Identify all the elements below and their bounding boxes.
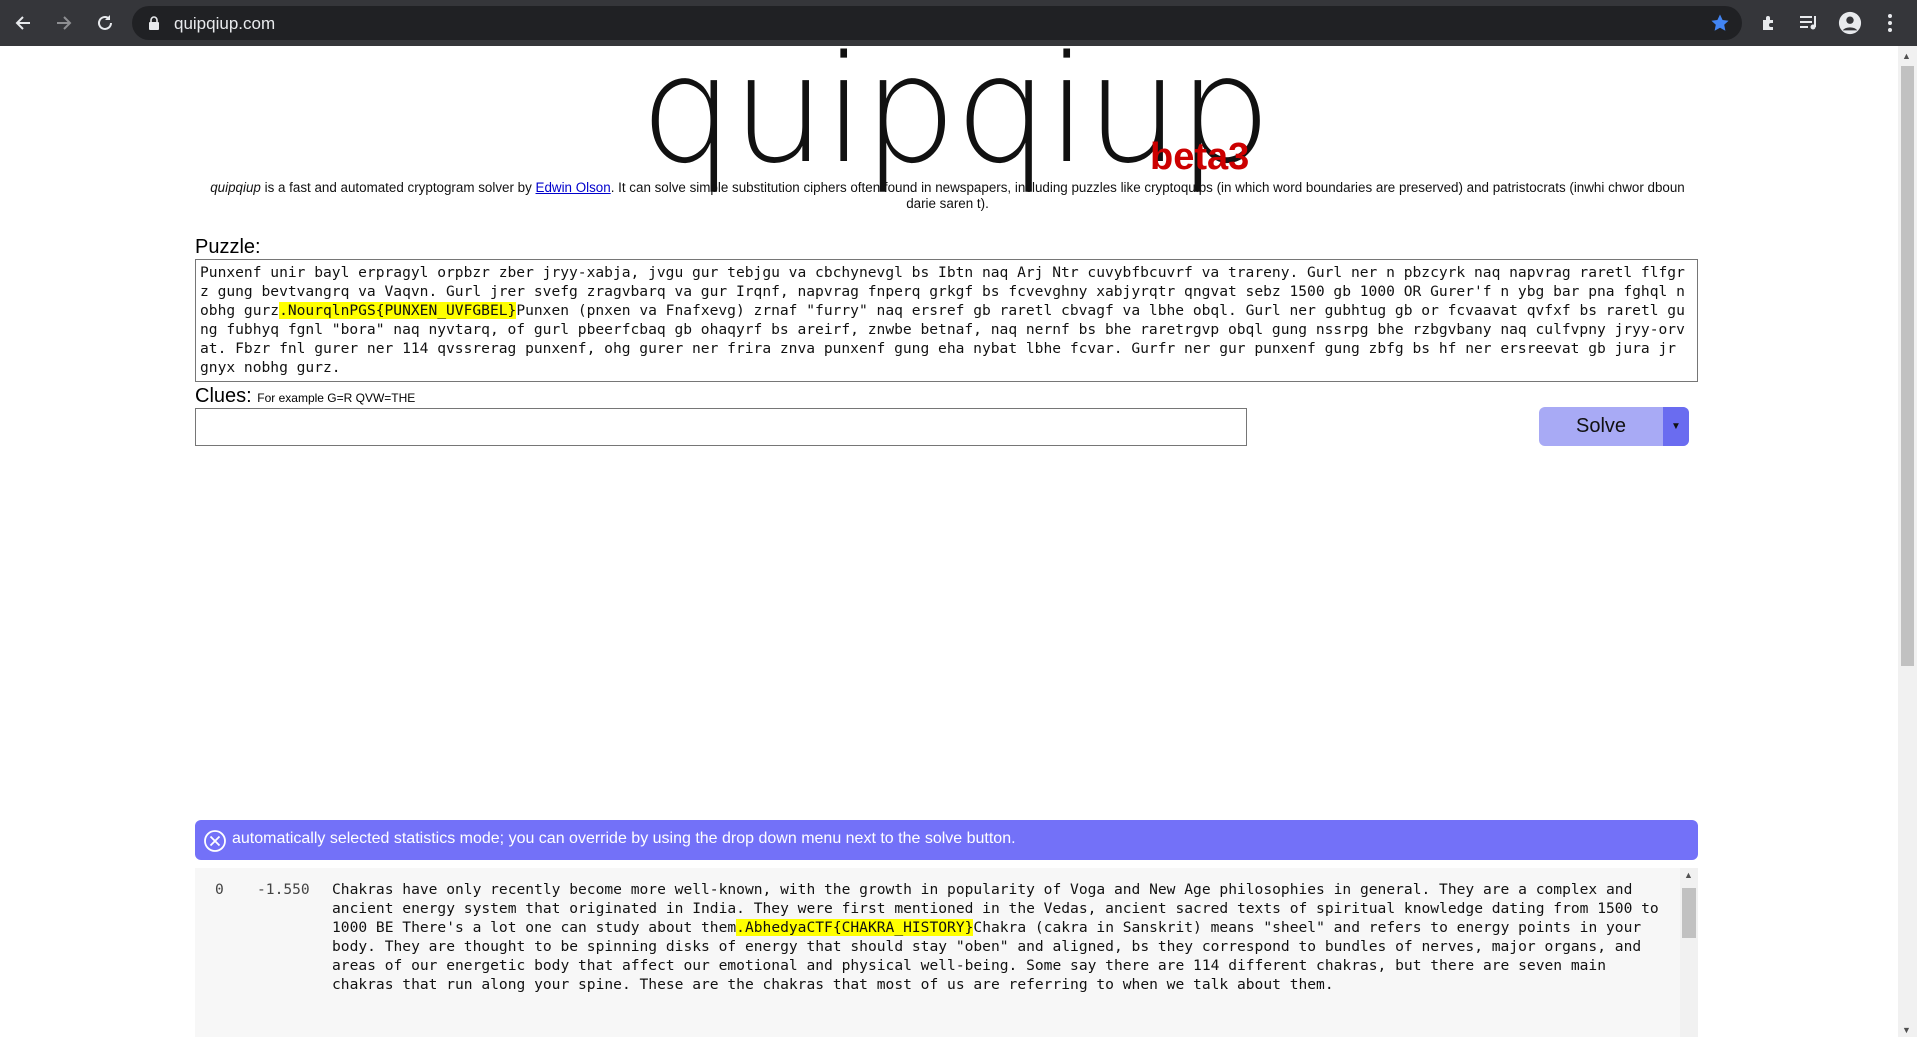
solve-mode-dropdown[interactable]: ▼ <box>1663 407 1689 446</box>
puzzle-textarea[interactable]: Punxenf unir bayl erpragyl orpbzr zber j… <box>195 259 1698 382</box>
author-link[interactable]: Edwin Olson <box>536 180 611 195</box>
clues-label: Clues: For example G=R QVW=THE <box>195 385 415 408</box>
site-logo: quipqiup beta3 <box>640 46 1272 186</box>
page-scrollbar[interactable]: ▲ ▼ <box>1898 46 1917 1037</box>
extensions-icon[interactable] <box>1757 11 1781 35</box>
result-text: Chakras have only recently become more w… <box>332 880 1662 994</box>
clues-label-text: Clues: <box>195 385 252 407</box>
result-score: -1.550 <box>257 881 310 898</box>
menu-icon[interactable] <box>1878 11 1902 35</box>
forward-arrow-icon[interactable] <box>52 11 76 35</box>
scroll-up-icon[interactable]: ▲ <box>1902 51 1911 61</box>
status-alert: automatically selected statistics mode; … <box>195 820 1698 860</box>
intro-text: quipqiup is a fast and automated cryptog… <box>195 180 1700 212</box>
media-icon[interactable] <box>1797 11 1821 35</box>
back-arrow-icon[interactable] <box>11 11 35 35</box>
url-text[interactable]: quipqiup.com <box>174 14 275 34</box>
intro-brand: quipqiup <box>210 180 261 195</box>
browser-toolbar: quipqiup.com <box>0 0 1917 46</box>
intro-part1: is a fast and automated cryptogram solve… <box>260 180 536 195</box>
scroll-down-icon[interactable]: ▼ <box>1902 1025 1911 1035</box>
clues-input[interactable] <box>195 408 1247 446</box>
scroll-up-icon[interactable]: ▲ <box>1684 870 1693 880</box>
clues-example: For example G=R QVW=THE <box>257 391 416 405</box>
puzzle-label: Puzzle: <box>195 236 261 258</box>
profile-icon[interactable] <box>1838 11 1862 35</box>
page-content: quipqiup beta3 quipqiup is a fast and au… <box>0 46 1898 1037</box>
intro-part2: . It can solve simple substitution ciphe… <box>610 180 1685 211</box>
result-index: 0 <box>215 881 224 898</box>
solve-button[interactable]: Solve <box>1539 407 1663 446</box>
solve-button-group: Solve ▼ <box>1539 407 1689 446</box>
page-scroll-thumb[interactable] <box>1901 66 1914 666</box>
results-scroll-thumb[interactable] <box>1682 888 1696 938</box>
address-bar[interactable]: quipqiup.com <box>132 6 1742 40</box>
star-icon[interactable] <box>1710 13 1730 33</box>
beta-badge: beta3 <box>1150 136 1250 178</box>
reload-icon[interactable] <box>93 11 117 35</box>
results-scrollbar[interactable]: ▲ <box>1680 868 1698 1037</box>
close-circle-icon[interactable] <box>203 829 227 853</box>
result-flag: .AbhedyaCTF{CHAKRA_HISTORY} <box>736 919 974 936</box>
puzzle-flag: .NourqlnPGS{PUNXEN_UVFGBEL} <box>279 302 517 319</box>
lock-icon[interactable] <box>147 16 161 30</box>
alert-message: automatically selected statistics mode; … <box>232 830 1016 847</box>
results-list: 0 -1.550 Chakras have only recently beco… <box>195 868 1698 1037</box>
